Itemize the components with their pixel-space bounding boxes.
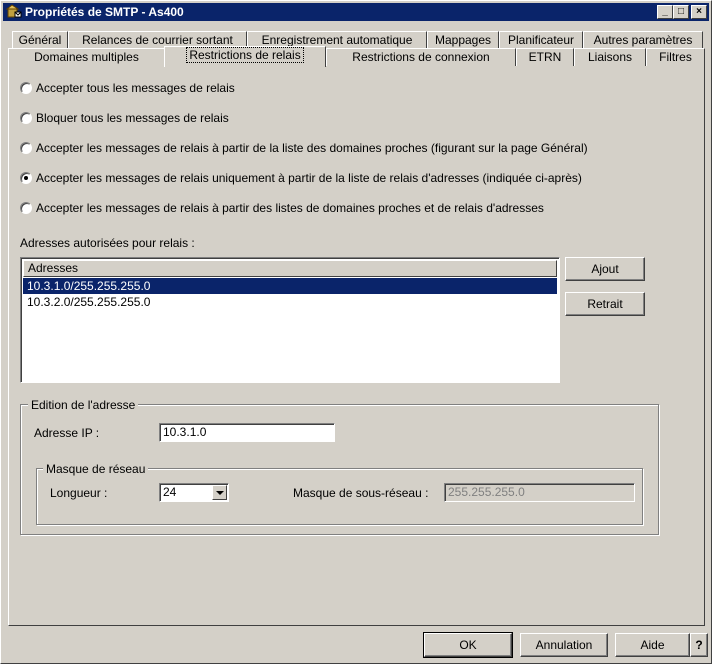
tab-label: Filtres — [659, 50, 692, 64]
tab-mappages[interactable]: Mappages — [427, 31, 499, 49]
tab-liaisons[interactable]: Liaisons — [574, 48, 646, 66]
length-label: Longueur : — [50, 486, 108, 500]
tab-label: Autres paramètres — [593, 33, 693, 47]
remove-button[interactable]: Retrait — [565, 292, 645, 316]
radio-button-checked[interactable] — [20, 172, 32, 184]
tab-domaines-multiples[interactable]: Domaines multiples — [8, 48, 165, 66]
close-button[interactable]: × — [691, 5, 707, 19]
minimize-button[interactable]: _ — [657, 5, 673, 19]
radio-button[interactable] — [20, 202, 32, 214]
cancel-button[interactable]: Annulation — [520, 633, 608, 657]
dialog-window: Propriétés de SMTP - As400 _ □ × Général… — [0, 0, 712, 664]
radio-label: Accepter les messages de relais à partir… — [36, 141, 588, 155]
tab-filtres[interactable]: Filtres — [646, 48, 705, 66]
length-select-value: 24 — [163, 485, 177, 499]
subnet-mask-label: Masque de sous-réseau : — [293, 486, 429, 500]
network-mask-group-label: Masque de réseau — [43, 462, 149, 476]
length-select[interactable]: 24 — [159, 483, 229, 502]
radio-label: Accepter les messages de relais uniqueme… — [36, 171, 582, 185]
list-item[interactable]: 10.3.1.0/255.255.255.0 — [23, 278, 557, 294]
mail-server-icon — [6, 4, 22, 18]
list-item[interactable]: 10.3.2.0/255.255.255.0 — [23, 294, 557, 310]
tab-label: Planificateur — [507, 33, 575, 47]
maximize-button[interactable]: □ — [673, 5, 689, 19]
radio-label: Bloquer tous les messages de relais — [36, 111, 229, 125]
tab-label: Domaines multiples — [34, 50, 139, 64]
radio-button[interactable] — [20, 142, 32, 154]
tab-label: Enregistrement automatique — [261, 33, 413, 47]
context-help-icon[interactable]: ? — [690, 633, 708, 657]
tab-etrn[interactable]: ETRN — [516, 48, 574, 66]
subnet-mask-field: 255.255.255.0 — [444, 483, 635, 502]
tab-restrictions-connexion[interactable]: Restrictions de connexion — [326, 48, 516, 66]
chevron-down-icon[interactable] — [212, 485, 227, 500]
tab-general[interactable]: Général — [12, 31, 68, 49]
ok-button[interactable]: OK — [423, 632, 513, 658]
tab-label: Mappages — [434, 33, 492, 47]
ip-address-label: Adresse IP : — [34, 426, 100, 440]
column-header-adresses[interactable]: Adresses — [23, 260, 557, 277]
radio-label: Accepter tous les messages de relais — [36, 81, 235, 95]
window-title: Propriétés de SMTP - As400 — [25, 5, 184, 19]
ip-address-input[interactable]: 10.3.1.0 — [159, 423, 335, 442]
help-button[interactable]: Aide — [615, 633, 690, 657]
tab-label: Restrictions de connexion — [352, 50, 490, 64]
radio-button[interactable] — [20, 82, 32, 94]
tab-label: Restrictions de relais — [186, 47, 304, 63]
tab-label: Liaisons — [587, 50, 633, 64]
tab-autres-parametres[interactable]: Autres paramètres — [583, 31, 703, 49]
tab-planificateur[interactable]: Planificateur — [499, 31, 583, 49]
addresses-list[interactable]: Adresses 10.3.1.0/255.255.255.0 10.3.2.0… — [20, 257, 560, 383]
tab-label: Relances de courrier sortant — [82, 33, 233, 47]
tab-label: ETRN — [528, 50, 562, 64]
tab-label: Général — [18, 33, 62, 47]
edit-address-group-label: Edition de l'adresse — [28, 398, 139, 412]
addresses-section-label: Adresses autorisées pour relais : — [20, 236, 195, 250]
title-bar[interactable]: Propriétés de SMTP - As400 _ □ × — [3, 3, 709, 21]
radio-label: Accepter les messages de relais à partir… — [36, 201, 544, 215]
tab-restrictions-relais[interactable]: Restrictions de relais — [164, 46, 326, 67]
radio-button[interactable] — [20, 112, 32, 124]
add-button[interactable]: Ajout — [565, 257, 645, 281]
